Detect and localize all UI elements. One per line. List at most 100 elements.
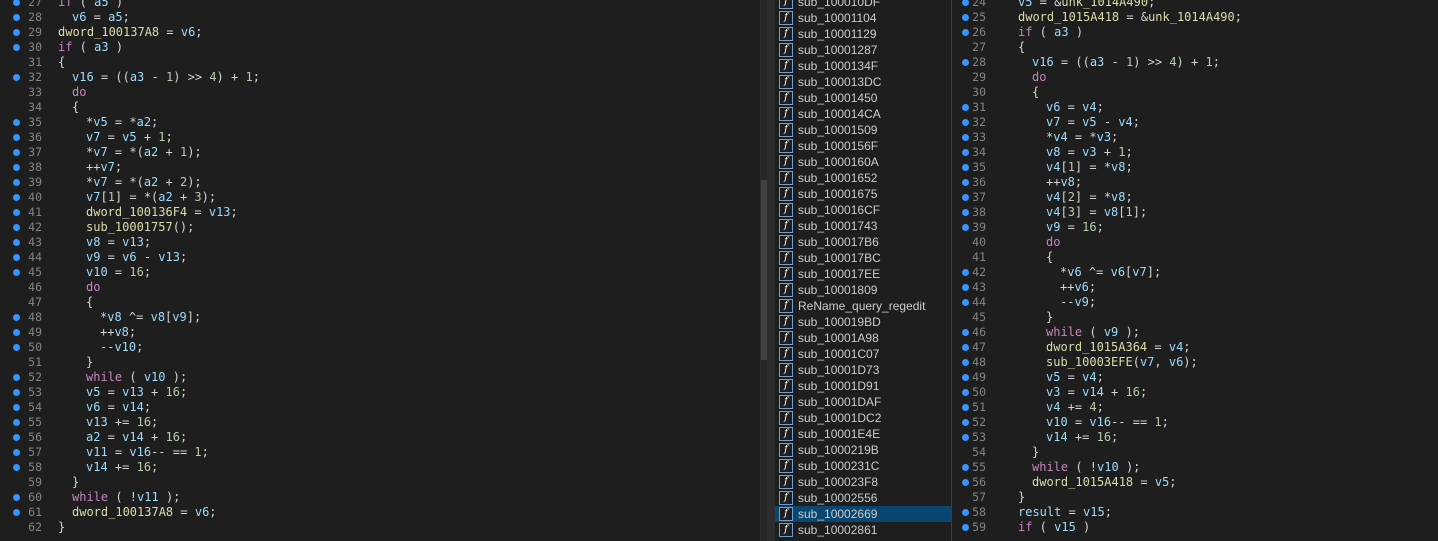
code-token[interactable]: v16 <box>1089 415 1111 429</box>
code-line[interactable]: 28 v6 = a5; <box>0 10 760 25</box>
code-line[interactable]: 31 { <box>0 55 760 70</box>
code-token[interactable]: v15 <box>1083 505 1105 519</box>
code-token[interactable]: a5 <box>94 0 108 9</box>
code-line[interactable]: 24 v5 = &unk_1014A490; <box>952 0 1438 10</box>
breakpoint-dot-icon[interactable] <box>13 494 20 501</box>
code-token[interactable]: v4 <box>1053 130 1067 144</box>
function-list-item[interactable]: f sub_10001129 <box>775 26 951 42</box>
code-token[interactable]: do <box>1032 70 1046 84</box>
breakpoint-dot-icon[interactable] <box>13 329 20 336</box>
code-token[interactable]: 16 <box>166 430 180 444</box>
code-token[interactable]: 1 <box>1068 160 1075 174</box>
code-line[interactable]: 57} <box>952 490 1438 505</box>
code-token[interactable]: v6 <box>86 400 100 414</box>
code-token[interactable]: v13 <box>209 205 231 219</box>
code-line[interactable]: 28 v16 = ((a3 - 1) >> 4) + 1; <box>952 55 1438 70</box>
code-token[interactable]: 4 <box>209 70 216 84</box>
code-line[interactable]: 27 if ( a5 ) <box>0 0 760 10</box>
code-token[interactable]: v16 <box>1032 55 1054 69</box>
splitter[interactable] <box>760 0 775 541</box>
function-list-item[interactable]: f sub_1000219B <box>775 442 951 458</box>
code-token[interactable]: dword_100136F4 <box>86 205 187 219</box>
code-line[interactable]: 61 dword_100137A8 = v6; <box>0 505 760 520</box>
function-list-item[interactable]: f sub_1000160A <box>775 154 951 170</box>
code-line[interactable]: 55 while ( !v10 ); <box>952 460 1438 475</box>
function-list-item[interactable]: f sub_10001287 <box>775 42 951 58</box>
code-token[interactable]: dword_100137A8 <box>58 25 159 39</box>
breakpoint-dot-icon[interactable] <box>13 74 20 81</box>
code-token[interactable]: a3 <box>130 70 144 84</box>
code-token[interactable]: if <box>58 40 72 54</box>
code-token[interactable]: v15 <box>1054 520 1076 534</box>
code-line[interactable]: 38 ++v7; <box>0 160 760 175</box>
code-line[interactable]: 48 sub_10003EFE(v7, v6); <box>952 355 1438 370</box>
code-token[interactable]: v9 <box>86 250 100 264</box>
breakpoint-dot-icon[interactable] <box>13 14 20 21</box>
breakpoint-dot-icon[interactable] <box>13 254 20 261</box>
code-token[interactable]: a3 <box>94 40 108 54</box>
code-line[interactable]: 49 ++v8; <box>0 325 760 340</box>
breakpoint-dot-icon[interactable] <box>13 119 20 126</box>
breakpoint-dot-icon[interactable] <box>13 239 20 246</box>
function-list-item[interactable]: f sub_10001652 <box>775 170 951 186</box>
code-token[interactable]: v4 <box>1046 190 1060 204</box>
code-token[interactable]: a2 <box>137 115 151 129</box>
function-list-item[interactable]: f sub_10001C07 <box>775 346 951 362</box>
function-list[interactable]: f sub_100010DF f sub_10001104 f sub_10001129 f… <box>775 0 951 538</box>
code-token[interactable]: v6 <box>1046 100 1060 114</box>
code-line[interactable]: 52 while ( v10 ); <box>0 370 760 385</box>
code-token[interactable]: v6 <box>195 505 209 519</box>
code-line[interactable]: 40 do <box>952 235 1438 250</box>
breakpoint-dot-icon[interactable] <box>13 134 20 141</box>
breakpoint-dot-icon[interactable] <box>13 29 20 36</box>
code-token[interactable]: v8 <box>114 325 128 339</box>
code-line[interactable]: 30 { <box>952 85 1438 100</box>
code-line[interactable]: 36 ++v8; <box>952 175 1438 190</box>
code-token[interactable]: v8 <box>107 310 121 324</box>
breakpoint-dot-icon[interactable] <box>13 149 20 156</box>
breakpoint-dot-icon[interactable] <box>13 434 20 441</box>
code-token[interactable]: a2 <box>86 430 100 444</box>
code-token[interactable]: v6 <box>72 10 86 24</box>
function-list-item[interactable]: f sub_100019BD <box>775 314 951 330</box>
code-token[interactable]: v14 <box>122 400 144 414</box>
code-token[interactable]: do <box>1046 235 1060 249</box>
function-list-item[interactable]: f sub_100010DF <box>775 0 951 10</box>
breakpoint-dot-icon[interactable] <box>13 314 20 321</box>
code-line[interactable]: 43 ++v6; <box>952 280 1438 295</box>
code-token[interactable]: while <box>72 490 108 504</box>
code-line[interactable]: 42 *v6 ^= v6[v7]; <box>952 265 1438 280</box>
breakpoint-dot-icon[interactable] <box>13 344 20 351</box>
code-token[interactable]: sub_10003EFE <box>1046 355 1133 369</box>
code-line[interactable]: 31 v6 = v4; <box>952 100 1438 115</box>
code-token[interactable]: while <box>1032 460 1068 474</box>
code-token[interactable]: v7 <box>93 175 107 189</box>
code-token[interactable]: dword_1015A418 <box>1018 10 1119 24</box>
code-line[interactable]: 44 --v9; <box>952 295 1438 310</box>
function-list-item[interactable]: f ReName_query_regedit <box>775 298 951 314</box>
code-token[interactable]: v10 <box>114 340 136 354</box>
function-list-item[interactable]: f sub_100013DC <box>775 74 951 90</box>
function-list-item[interactable]: f sub_10002861 <box>775 522 951 538</box>
function-list-item[interactable]: f sub_1000156F <box>775 138 951 154</box>
code-line[interactable]: 41 dword_100136F4 = v13; <box>0 205 760 220</box>
code-line[interactable]: 33 do <box>0 85 760 100</box>
code-token[interactable]: 1 <box>1126 205 1133 219</box>
code-token[interactable]: v6 <box>122 250 136 264</box>
code-token[interactable]: do <box>72 85 86 99</box>
code-line[interactable]: 55 v13 += 16; <box>0 415 760 430</box>
code-line[interactable]: 53 v14 += 16; <box>952 430 1438 445</box>
code-line[interactable]: 29 dword_100137A8 = v6; <box>0 25 760 40</box>
code-token[interactable]: v8 <box>1111 190 1125 204</box>
code-token[interactable]: a2 <box>144 175 158 189</box>
function-list-item[interactable]: f sub_100023F8 <box>775 474 951 490</box>
functions-window[interactable]: f sub_100010DF f sub_10001104 f sub_10001129 f… <box>775 0 952 541</box>
code-token[interactable]: v5 <box>1082 115 1096 129</box>
code-token[interactable]: sub_10001757 <box>86 220 173 234</box>
breakpoint-dot-icon[interactable] <box>13 404 20 411</box>
code-line[interactable]: 37 *v7 = *(a2 + 1); <box>0 145 760 160</box>
code-token[interactable]: v9 <box>1104 325 1118 339</box>
code-token[interactable]: v10 <box>1097 460 1119 474</box>
code-token[interactable]: if <box>1018 520 1032 534</box>
code-token[interactable]: v7 <box>100 160 114 174</box>
